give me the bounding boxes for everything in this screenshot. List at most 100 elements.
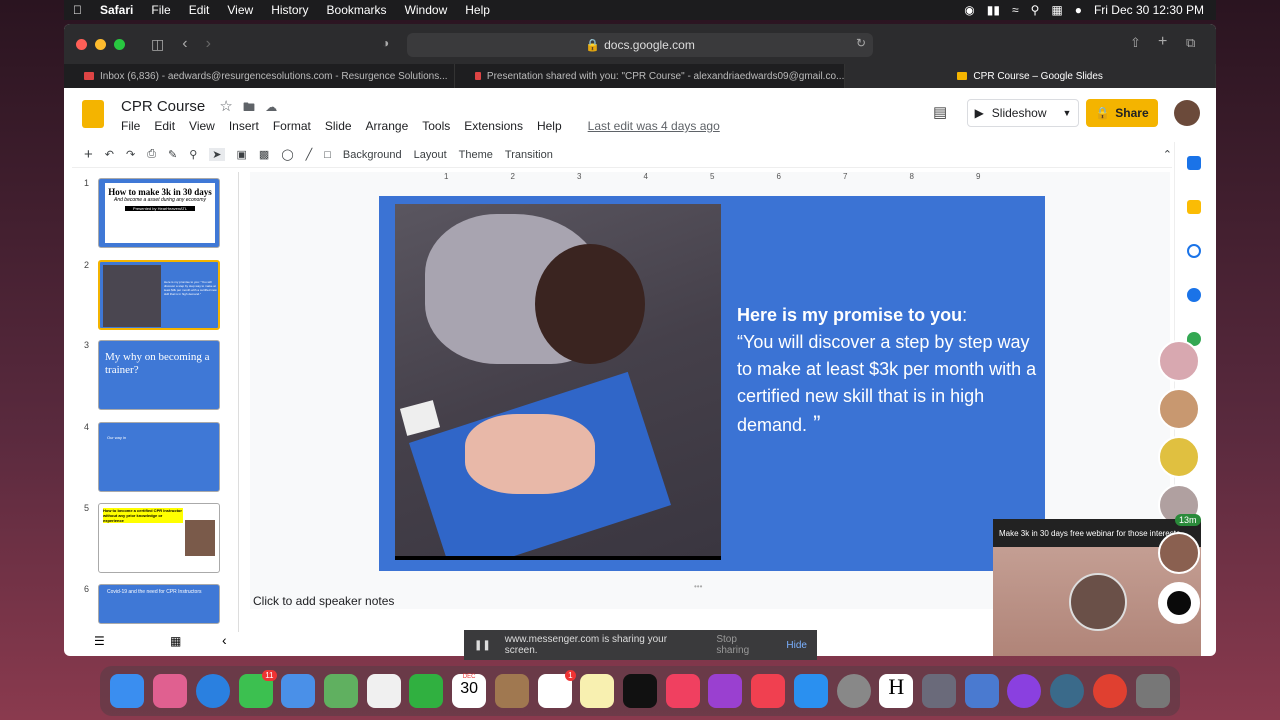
new-tab-icon[interactable]: + [1158, 33, 1167, 51]
hide-button[interactable]: Hide [786, 640, 807, 651]
record-icon[interactable]: ◉ [964, 3, 974, 17]
transition-button[interactable]: Transition [505, 149, 553, 161]
mail-icon[interactable] [281, 674, 316, 708]
quicktime-icon[interactable] [1050, 674, 1085, 708]
slideshow-button[interactable]: ▶ Slideshow ▼ [967, 99, 1079, 127]
menu-view[interactable]: View [218, 3, 262, 17]
menu-edit[interactable]: Edit [154, 119, 175, 133]
menu-extensions[interactable]: Extensions [464, 119, 523, 133]
apple-icon[interactable]:  [64, 3, 91, 17]
menu-file[interactable]: File [121, 119, 140, 133]
collapse-panel-icon[interactable]: ‹ [222, 632, 227, 648]
slide-thumbnail-6[interactable]: Covid-19 and the need for CPR Instructor… [98, 584, 220, 624]
tab-inbox[interactable]: Inbox (6,836) - aedwards@resurgencesolut… [64, 64, 455, 88]
last-edit-link[interactable]: Last edit was 4 days ago [588, 119, 720, 133]
menu-window[interactable]: Window [396, 3, 457, 17]
system-preferences-icon[interactable] [836, 674, 871, 708]
forward-icon[interactable]: › [206, 35, 211, 53]
text-box-icon[interactable]: ▣ [237, 148, 247, 161]
share-sheet-icon[interactable]: ⇧ [1130, 35, 1141, 51]
calendar-icon[interactable]: DEC 30 [452, 674, 487, 708]
contacts-icon[interactable] [1187, 288, 1201, 302]
menu-arrange[interactable]: Arrange [366, 119, 409, 133]
chat-head-1[interactable] [1158, 340, 1200, 382]
cloud-status-icon[interactable]: ☁ [265, 100, 277, 114]
chat-head-3[interactable] [1158, 436, 1200, 478]
shape-icon[interactable]: ◯ [281, 148, 293, 161]
undo-icon[interactable]: ↶ [105, 148, 114, 161]
hemingway-icon[interactable]: H [879, 674, 914, 708]
redo-icon[interactable]: ↷ [126, 148, 135, 161]
stop-sharing-button[interactable]: Stop sharing [716, 634, 772, 656]
pause-icon[interactable]: ❚❚ [474, 640, 491, 651]
title-text[interactable]: CPR Course [121, 98, 205, 115]
news-icon[interactable] [751, 674, 786, 708]
address-bar[interactable]: 🔒 docs.google.com [407, 33, 873, 57]
new-slide-icon[interactable]: + [84, 146, 93, 163]
slide-thumbnail-4[interactable]: Our way in [98, 422, 220, 492]
grid-view-icon[interactable]: ▦ [170, 634, 181, 648]
slide-thumbnail-3[interactable]: My why on becoming a trainer? [98, 340, 220, 410]
filmstrip-view-icon[interactable]: ☰ [94, 634, 105, 648]
messages-icon[interactable]: 11 [238, 670, 277, 708]
menu-history[interactable]: History [262, 3, 317, 17]
shield-icon[interactable]: ◑ [382, 36, 389, 50]
wallet-icon[interactable] [922, 674, 957, 708]
menu-insert[interactable]: Insert [229, 119, 259, 133]
messenger-icon[interactable] [1007, 674, 1042, 708]
promise-text[interactable]: Here is my promise to you: “You will dis… [737, 302, 1037, 439]
trash-icon[interactable] [1135, 674, 1170, 708]
photos-icon[interactable] [366, 674, 401, 708]
slide-thumbnail-1[interactable]: How to make 3k in 30 days And become a a… [98, 178, 220, 248]
current-slide[interactable]: Here is my promise to you: “You will dis… [379, 196, 1045, 571]
star-icon[interactable]: ☆ [219, 98, 232, 115]
document-title[interactable]: CPR Course ☆ 🖿 ☁ [121, 97, 277, 119]
paint-format-icon[interactable]: ✎ [168, 148, 177, 161]
app-store-icon[interactable] [793, 674, 828, 708]
theme-button[interactable]: Theme [459, 149, 493, 161]
clock[interactable]: Fri Dec 30 12:30 PM [1094, 3, 1204, 17]
facetime-icon[interactable] [409, 674, 444, 708]
battery-icon[interactable]: ▮▮ [987, 3, 1000, 17]
background-button[interactable]: Background [343, 149, 402, 161]
tab-cpr-course[interactable]: CPR Course – Google Slides [845, 64, 1216, 88]
google-slides-logo[interactable] [82, 100, 104, 128]
app-menu[interactable]: Safari [91, 3, 142, 17]
image-icon[interactable]: ▩ [259, 148, 269, 161]
menu-bookmarks[interactable]: Bookmarks [318, 3, 396, 17]
chevron-down-icon[interactable]: ▼ [1063, 108, 1072, 118]
preview-icon[interactable] [964, 674, 999, 708]
maps-icon[interactable] [323, 674, 358, 708]
menu-edit[interactable]: Edit [180, 3, 219, 17]
comment-add-icon[interactable]: □ [324, 149, 331, 161]
reload-icon[interactable]: ↻ [856, 36, 866, 50]
keep-icon[interactable] [1187, 200, 1201, 214]
reminders-icon[interactable]: 1 [537, 670, 576, 708]
chrome-icon[interactable] [1092, 674, 1127, 708]
chat-head-5[interactable] [1158, 532, 1200, 574]
safari-icon[interactable] [195, 674, 230, 708]
notes-icon[interactable] [580, 674, 615, 708]
zoom-button[interactable] [114, 38, 125, 50]
menu-tools[interactable]: Tools [422, 119, 450, 133]
share-button[interactable]: 🔒 Share [1086, 99, 1158, 127]
account-avatar[interactable] [1174, 100, 1200, 126]
menu-help[interactable]: Help [456, 3, 499, 17]
line-icon[interactable]: ╱ [306, 148, 313, 161]
apple-tv-icon[interactable] [622, 674, 657, 708]
sidebar-icon[interactable]: ◫ [151, 36, 164, 53]
music-icon[interactable] [665, 674, 700, 708]
minimize-button[interactable] [95, 38, 106, 50]
menu-format[interactable]: Format [273, 119, 311, 133]
collapse-toolbar-icon[interactable]: ⌃ [1163, 148, 1172, 161]
tasks-icon[interactable] [1187, 244, 1201, 258]
comments-icon[interactable]: ▤ [933, 103, 947, 121]
menu-slide[interactable]: Slide [325, 119, 352, 133]
back-icon[interactable]: ‹ [182, 35, 187, 53]
menu-help[interactable]: Help [537, 119, 562, 133]
messenger-button[interactable] [1158, 582, 1200, 624]
slide-thumbnail-5[interactable]: How to become a certified CPR Instructor… [98, 503, 220, 573]
control-center-icon[interactable]: ▦ [1051, 3, 1062, 17]
launchpad-icon[interactable] [153, 674, 188, 708]
finder-icon[interactable] [110, 674, 145, 708]
